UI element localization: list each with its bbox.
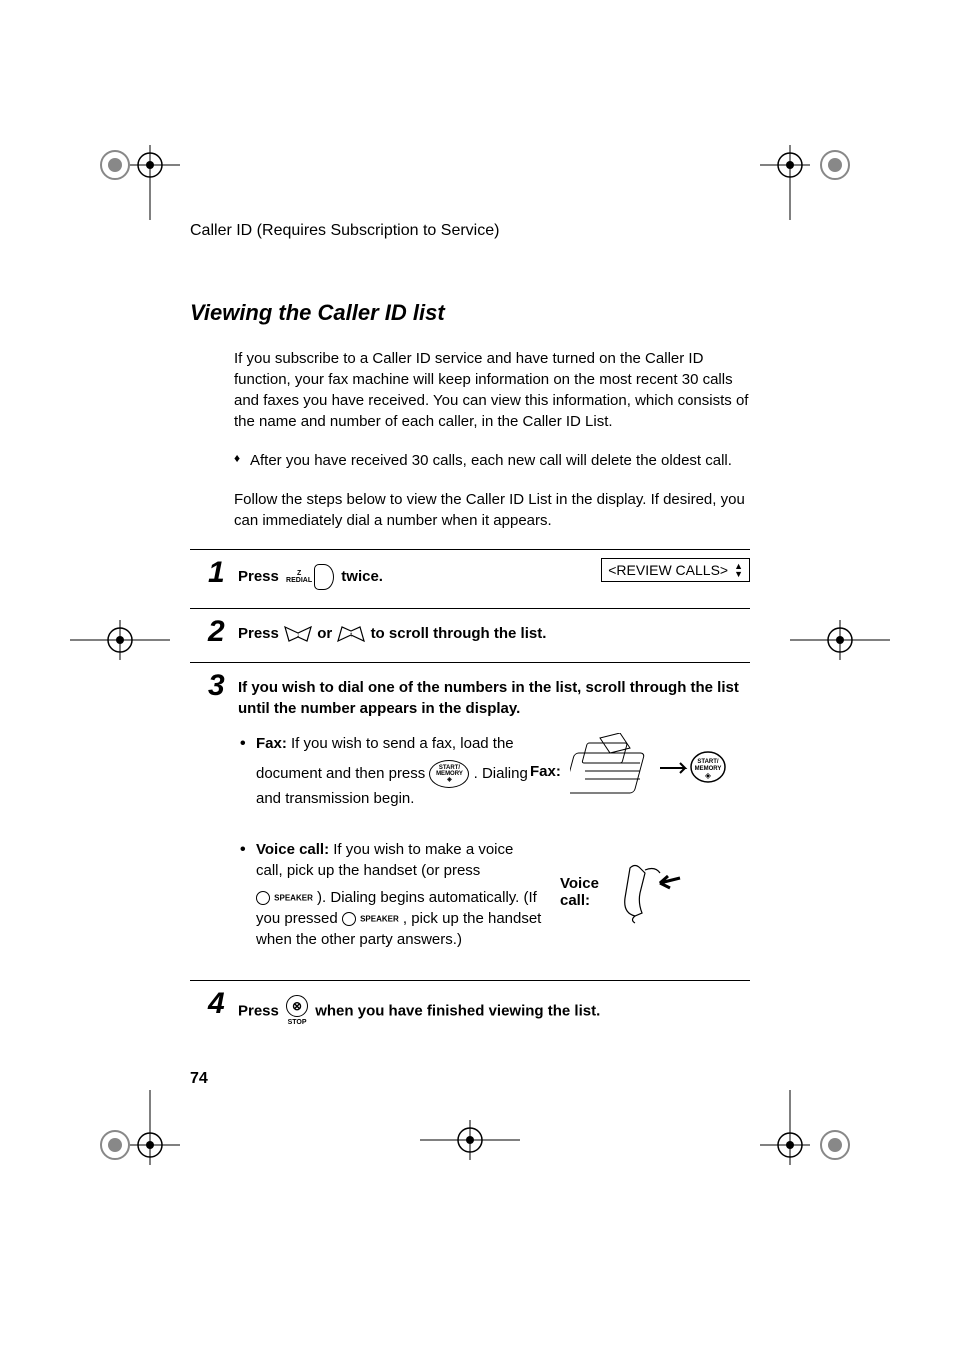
step-heading: If you wish to dial one of the numbers i… bbox=[238, 677, 750, 719]
step-number: 2 bbox=[208, 615, 225, 649]
handset-illustration bbox=[620, 858, 700, 928]
registration-mark-icon bbox=[790, 610, 890, 670]
step-text: to scroll through the list. bbox=[371, 625, 547, 642]
fax-bullet: Fax: If you wish to send a fax, load the bbox=[238, 733, 538, 754]
voice-illustration-label: Voice call: bbox=[560, 875, 620, 909]
stop-key-icon: STOP bbox=[286, 995, 308, 1028]
updown-arrow-icon: ▲▼ bbox=[734, 562, 743, 578]
step-1: 1 Press ZREDIAL twice. <REVIEW CALLS> ▲▼ bbox=[190, 549, 750, 608]
up-scroll-key-icon: ↑ bbox=[336, 625, 366, 643]
redial-key-icon: ZREDIAL bbox=[286, 564, 334, 590]
fax-machine-illustration: START/ MEMORY ◈ bbox=[570, 733, 730, 803]
start-memory-key-icon: START/MEMORY◈ bbox=[429, 760, 469, 788]
step-text: twice. bbox=[341, 568, 383, 585]
fax-bullet-cont: document and then press START/MEMORY◈ . … bbox=[256, 760, 556, 809]
down-scroll-key-icon: ↓ bbox=[283, 625, 313, 643]
step-2: 2 Press ↓ or ↑ to scroll through the lis… bbox=[190, 608, 750, 662]
page-header: Caller ID (Requires Subscription to Serv… bbox=[190, 222, 750, 240]
step-3: 3 If you wish to dial one of the numbers… bbox=[190, 662, 750, 980]
section-title: Viewing the Caller ID list bbox=[190, 300, 750, 326]
step-number: 1 bbox=[208, 556, 225, 590]
step-number: 4 bbox=[208, 987, 225, 1021]
step-number: 3 bbox=[208, 669, 225, 703]
step-text: when you have finished viewing the list. bbox=[315, 1002, 600, 1019]
svg-text:↑: ↑ bbox=[349, 630, 353, 639]
follow-paragraph: Follow the steps below to view the Calle… bbox=[234, 489, 750, 531]
step-text: Press bbox=[238, 1002, 283, 1019]
display-text: <REVIEW CALLS> bbox=[608, 562, 728, 578]
registration-mark-icon bbox=[760, 1090, 880, 1190]
svg-text:START/: START/ bbox=[697, 759, 719, 765]
registration-mark-icon bbox=[80, 120, 180, 220]
step-text: or bbox=[317, 625, 336, 642]
step-text: Press bbox=[238, 568, 279, 585]
svg-text:↓: ↓ bbox=[296, 630, 300, 639]
speaker-key-icon bbox=[256, 891, 270, 905]
voice-bullet-cont: SPEAKER ). Dialing begins automatically.… bbox=[256, 887, 556, 950]
step-4: 4 Press STOP when you have finished view… bbox=[190, 980, 750, 1046]
speaker-key-icon bbox=[342, 912, 356, 926]
registration-mark-icon bbox=[420, 1110, 520, 1170]
registration-mark-icon bbox=[80, 1090, 180, 1190]
voice-bullet: Voice call: If you wish to make a voice … bbox=[238, 839, 538, 881]
registration-mark-icon bbox=[760, 120, 880, 220]
intro-paragraph: If you subscribe to a Caller ID service … bbox=[234, 348, 750, 432]
svg-text:◈: ◈ bbox=[705, 771, 712, 780]
fax-illustration-label: Fax: bbox=[530, 763, 561, 780]
page-number: 74 bbox=[190, 1070, 208, 1088]
registration-mark-icon bbox=[70, 610, 170, 670]
lcd-display: <REVIEW CALLS> ▲▼ bbox=[601, 558, 750, 582]
step-text: Press bbox=[238, 625, 283, 642]
note-bullet: After you have received 30 calls, each n… bbox=[234, 450, 750, 471]
